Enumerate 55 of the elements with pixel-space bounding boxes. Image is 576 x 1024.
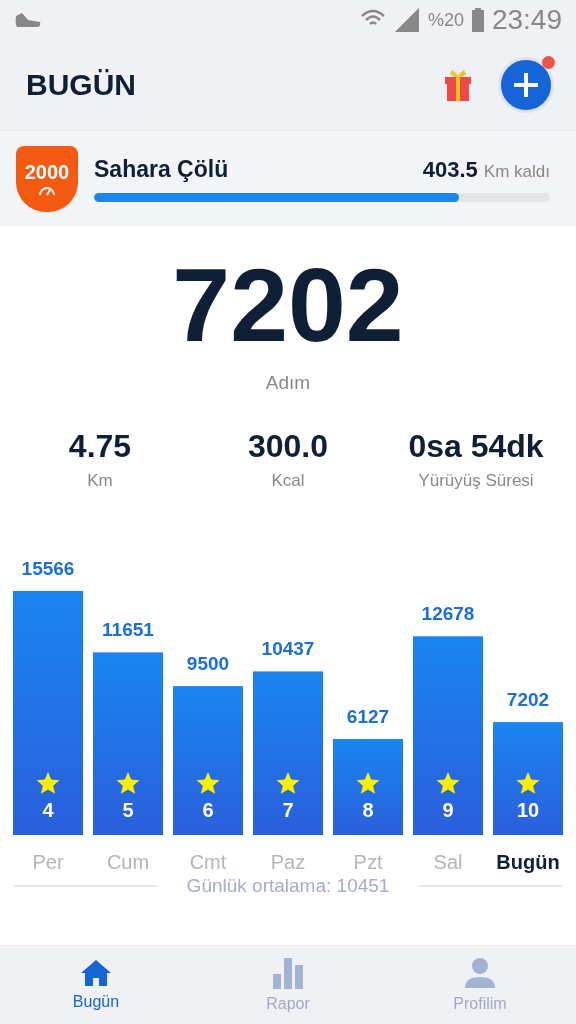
daily-average: Günlük ortalama: 10451 bbox=[186, 875, 390, 898]
stat-label: Kcal bbox=[271, 471, 305, 492]
star-icon bbox=[196, 772, 220, 795]
star-count: 9 bbox=[442, 799, 454, 822]
bar-chart-icon bbox=[272, 956, 304, 989]
bar-value: 7202 bbox=[506, 689, 550, 711]
star-count: 6 bbox=[202, 799, 214, 822]
star-icon bbox=[116, 772, 140, 795]
day-label: Cmt bbox=[189, 851, 227, 874]
plus-icon bbox=[514, 73, 538, 97]
step-count: 7202 bbox=[172, 248, 404, 363]
page-title: BUGÜN bbox=[26, 68, 137, 102]
battery-icon bbox=[471, 8, 484, 32]
bar-value: 9500 bbox=[186, 653, 230, 675]
stat-label: Km bbox=[87, 471, 113, 492]
gift-icon[interactable] bbox=[444, 68, 472, 102]
star-icon bbox=[276, 772, 300, 795]
remaining-unit: Km kaldı bbox=[483, 161, 550, 182]
star-icon bbox=[36, 772, 60, 795]
day-label: Paz bbox=[270, 851, 306, 874]
challenge-card[interactable]: 2000 Sahara Çölü 403.5 Km kaldı bbox=[0, 130, 576, 226]
stat-value: 4.75 bbox=[68, 428, 132, 466]
battery-percent: %20 bbox=[427, 9, 464, 31]
stat-value: 0sa 54dk bbox=[408, 428, 544, 466]
home-icon bbox=[80, 958, 112, 987]
tab[interactable]: Bugün bbox=[0, 945, 192, 1024]
add-button[interactable] bbox=[498, 57, 554, 113]
person-icon bbox=[464, 956, 496, 989]
remaining-distance: 403.5 bbox=[422, 156, 478, 183]
day-label: Sal bbox=[433, 851, 463, 874]
bar-value: 12678 bbox=[421, 603, 475, 625]
bar-value: 6127 bbox=[346, 706, 390, 728]
day-label: Pzt bbox=[353, 851, 383, 874]
star-count: 8 bbox=[362, 799, 374, 822]
challenge-badge: 2000 bbox=[16, 145, 78, 212]
signal-icon bbox=[393, 7, 420, 33]
star-icon bbox=[516, 772, 540, 795]
star-count: 10 bbox=[516, 799, 540, 822]
day-label: Per bbox=[32, 851, 64, 874]
stat-label: Yürüyüş Süresi bbox=[418, 471, 534, 492]
bar-value: 11651 bbox=[102, 619, 154, 641]
star-count: 5 bbox=[122, 799, 134, 822]
star-count: 7 bbox=[282, 799, 294, 822]
challenge-name: Sahara Çölü bbox=[94, 155, 230, 183]
star-icon bbox=[356, 772, 380, 795]
stat-value: 300.0 bbox=[247, 428, 329, 466]
star-count: 4 bbox=[42, 799, 54, 822]
day-label: Bugün bbox=[496, 851, 560, 874]
step-label: Adım bbox=[265, 372, 311, 395]
star-icon bbox=[436, 772, 460, 795]
bar-value: 15566 bbox=[21, 558, 75, 580]
clock: 23:49 bbox=[491, 4, 562, 36]
day-label: Cum bbox=[106, 851, 150, 874]
sneaker-icon bbox=[14, 12, 42, 28]
bar-value: 10437 bbox=[261, 638, 315, 660]
